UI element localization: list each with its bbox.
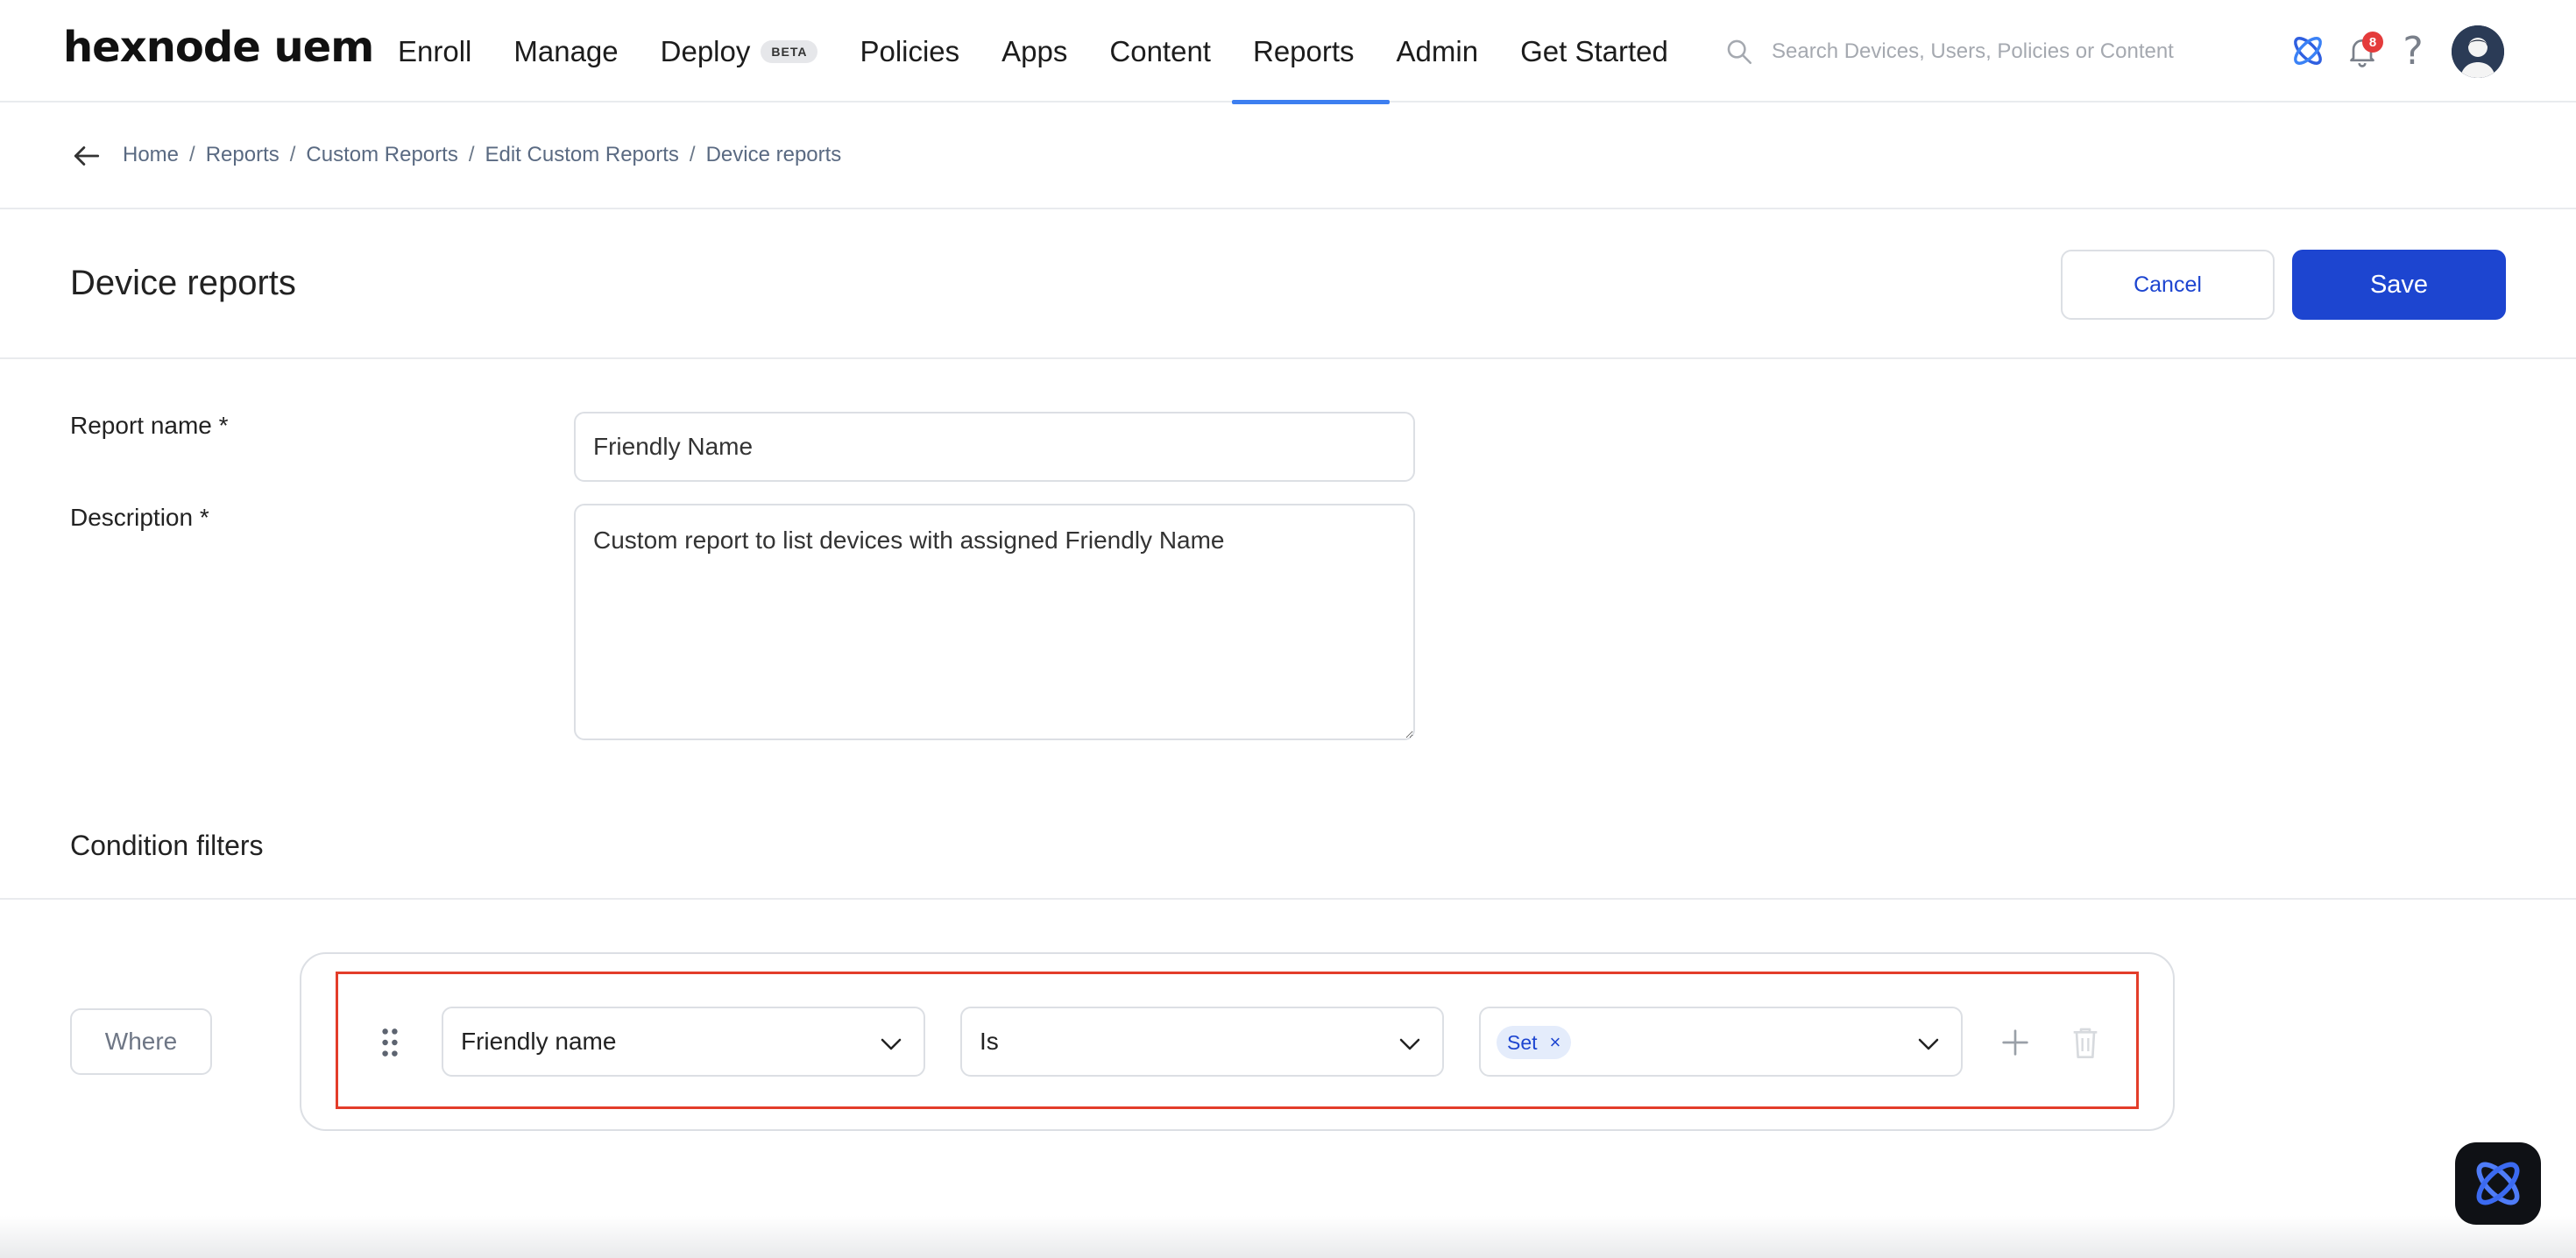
main-nav: Enroll Manage Deploy BETA Policies Apps C… [398, 0, 1710, 104]
report-name-input[interactable] [574, 412, 1415, 482]
breadcrumb: Home / Reports / Custom Reports / Edit Cust… [123, 143, 842, 167]
top-navbar: hexnode uem Enroll Manage Deploy BETA Pol… [0, 0, 2576, 104]
nav-apps[interactable]: Apps [1001, 0, 1067, 102]
hexnode-assist-button[interactable] [2455, 1142, 2541, 1225]
condition-filters-title: Condition filters [70, 830, 264, 861]
cancel-button[interactable]: Cancel [2061, 250, 2275, 320]
beta-badge: BETA [761, 39, 818, 63]
condition-operator-value: Is [980, 1028, 999, 1055]
drag-handle-icon[interactable] [380, 1027, 400, 1058]
report-name-label: Report name * [70, 412, 229, 439]
chevron-down-icon [1918, 1038, 1939, 1050]
nav-reports[interactable]: Reports [1232, 0, 1389, 104]
nav-policies[interactable]: Policies [860, 0, 959, 102]
breadcrumb-current: Device reports [705, 143, 842, 166]
section-divider [0, 898, 2576, 900]
nav-deploy[interactable]: Deploy BETA [661, 0, 818, 102]
hexnode-assist-fab-icon [2476, 1162, 2520, 1205]
where-label: Where [70, 1008, 212, 1075]
delete-condition-icon[interactable] [2070, 1025, 2101, 1060]
global-search [1724, 32, 2180, 72]
hexnode-assist-icon[interactable] [2283, 26, 2332, 75]
search-icon [1727, 39, 1752, 65]
nav-content[interactable]: Content [1109, 0, 1211, 102]
breadcrumb-custom-reports[interactable]: Custom Reports [306, 143, 457, 167]
breadcrumb-bar: Home / Reports / Custom Reports / Edit Cust… [0, 102, 2576, 209]
add-condition-icon[interactable] [1998, 1025, 2033, 1060]
chevron-down-icon [1399, 1038, 1420, 1050]
condition-field-value: Friendly name [461, 1028, 617, 1055]
app-logo[interactable]: hexnode uem [63, 23, 374, 72]
page-header: Device reports Cancel Save [0, 209, 2576, 359]
nav-admin[interactable]: Admin [1397, 0, 1479, 102]
condition-field-select[interactable]: Friendly name [442, 1007, 925, 1077]
condition-operator-select[interactable]: Is [960, 1007, 1444, 1077]
chevron-down-icon [881, 1038, 902, 1050]
bottom-shadow [0, 1216, 2576, 1258]
remove-chip-icon[interactable]: × [1550, 1031, 1561, 1054]
breadcrumb-home[interactable]: Home [123, 143, 179, 167]
save-button[interactable]: Save [2292, 250, 2506, 320]
value-chip: Set × [1497, 1026, 1572, 1059]
back-arrow-icon[interactable] [70, 139, 103, 173]
nav-enroll[interactable]: Enroll [398, 0, 471, 102]
nav-manage[interactable]: Manage [513, 0, 618, 102]
breadcrumb-edit-custom-reports[interactable]: Edit Custom Reports [485, 143, 678, 167]
notification-count-badge: 8 [2362, 32, 2383, 53]
search-input[interactable] [1772, 39, 2175, 64]
user-avatar[interactable] [2452, 25, 2504, 78]
notifications-bell-icon[interactable]: 8 [2338, 26, 2387, 75]
page-title: Device reports [70, 264, 296, 302]
description-textarea[interactable]: Custom report to list devices with assig… [574, 504, 1415, 740]
condition-value-select[interactable]: Set × [1479, 1007, 1963, 1077]
description-label: Description * [70, 504, 209, 531]
help-icon[interactable]: ? [2388, 26, 2438, 75]
nav-get-started[interactable]: Get Started [1520, 0, 1668, 102]
breadcrumb-reports[interactable]: Reports [206, 143, 280, 167]
